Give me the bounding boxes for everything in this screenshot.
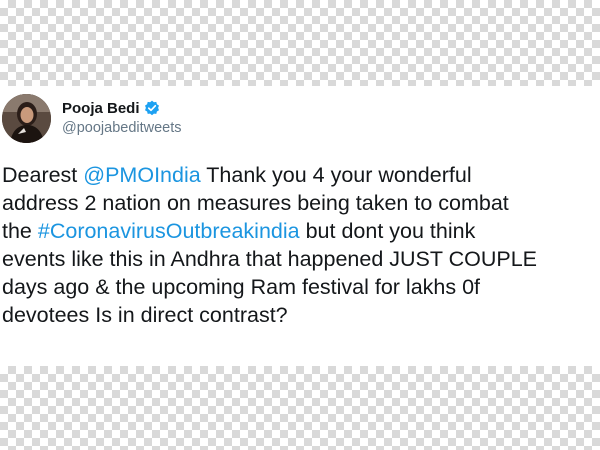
text-segment: events like this in Andhra that happened… [2, 247, 538, 271]
tweet-line: days ago & the upcoming Ram festival for… [2, 273, 594, 301]
tweet-body: Dearest @PMOIndia Thank you 4 your wonde… [2, 161, 594, 329]
mention-link[interactable]: @PMOIndia [83, 163, 200, 187]
text-segment: Thank you 4 your wonderful [200, 163, 472, 187]
screenshot-frame: Pooja Bedi @poojabeditweets Dearest @PMO… [0, 0, 600, 450]
profile-photo-icon [2, 94, 51, 143]
tweet-line: address 2 nation on measures being taken… [2, 189, 594, 217]
display-name[interactable]: Pooja Bedi [62, 100, 140, 117]
verified-badge-icon [144, 100, 160, 116]
user-handle[interactable]: @poojabeditweets [62, 120, 182, 136]
tweet-line: events like this in Andhra that happened… [2, 245, 594, 273]
text-segment: devotees Is in direct contrast? [2, 303, 288, 327]
text-segment: Dearest [2, 163, 84, 187]
text-segment: but dont you think [299, 219, 476, 243]
tweet-line: Dearest @PMOIndia Thank you 4 your wonde… [2, 161, 594, 189]
tweet-card: Pooja Bedi @poojabeditweets Dearest @PMO… [0, 86, 600, 366]
text-segment: the [2, 219, 38, 243]
author-name-row[interactable]: Pooja Bedi [62, 98, 160, 118]
text-segment: days ago & the upcoming Ram festival for… [2, 275, 481, 299]
tweet-line: the #CoronavirusOutbreakindia but dont y… [2, 217, 594, 245]
text-segment: address 2 nation on measures being taken… [2, 191, 509, 215]
transparency-band-bottom [0, 366, 600, 450]
tweet-line: devotees Is in direct contrast? [2, 301, 594, 329]
hashtag-link[interactable]: #CoronavirusOutbreakindia [38, 219, 300, 243]
transparency-band-top [0, 0, 600, 86]
avatar[interactable] [2, 94, 51, 143]
